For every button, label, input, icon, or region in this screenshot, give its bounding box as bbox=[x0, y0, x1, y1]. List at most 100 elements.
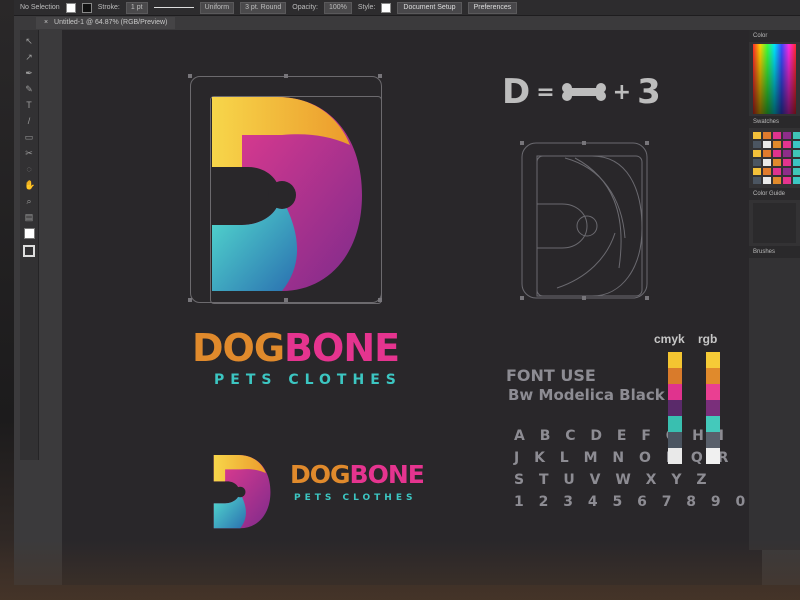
swatch-chip[interactable] bbox=[763, 132, 771, 139]
color-guide-area[interactable] bbox=[753, 203, 796, 243]
rgb-swatch[interactable] bbox=[706, 448, 720, 464]
swatch-chip[interactable] bbox=[763, 150, 771, 157]
swatch-chip[interactable] bbox=[763, 159, 771, 166]
swatch-chip[interactable] bbox=[773, 177, 781, 184]
swatch-chip[interactable] bbox=[783, 168, 791, 175]
cmyk-swatch[interactable] bbox=[668, 432, 682, 448]
ellipse-tool-icon[interactable]: ◌ bbox=[24, 164, 34, 174]
color-guide-panel-title[interactable]: Color Guide bbox=[749, 188, 800, 200]
swatch-chip[interactable] bbox=[773, 159, 781, 166]
tools-panel: ↖ ↗ ✒ ✎ T / ▭ ✂ ◌ ✋ ⌕ ▤ bbox=[20, 30, 39, 460]
equation-number-3: 3 bbox=[637, 72, 661, 112]
type-tool-icon[interactable]: T bbox=[24, 100, 34, 110]
rgb-swatch[interactable] bbox=[706, 368, 720, 384]
style-label: Style: bbox=[357, 4, 376, 11]
rgb-label: rgb bbox=[698, 332, 718, 346]
swatch-chip[interactable] bbox=[773, 150, 781, 157]
hand-tool-icon[interactable]: ✋ bbox=[24, 180, 35, 190]
swatches-grid bbox=[749, 128, 800, 188]
transform-handle[interactable] bbox=[188, 74, 192, 78]
swatch-chip[interactable] bbox=[753, 132, 761, 139]
stroke-weight-field[interactable]: 1 pt bbox=[125, 1, 148, 14]
transform-handle[interactable] bbox=[378, 298, 382, 302]
pencil-tool-icon[interactable]: ✎ bbox=[24, 84, 34, 94]
graph-tool-icon[interactable]: ▤ bbox=[24, 212, 34, 222]
rectangle-tool-icon[interactable]: ▭ bbox=[24, 132, 34, 142]
direct-selection-tool-icon[interactable]: ↗ bbox=[24, 52, 34, 62]
dogbone-logo-small[interactable] bbox=[210, 452, 278, 532]
brand-title-small-part2: BONE bbox=[349, 460, 425, 489]
swatch-chip[interactable] bbox=[753, 159, 761, 166]
stroke-profile-dropdown[interactable]: Uniform bbox=[199, 1, 235, 14]
pen-tool-icon[interactable]: ✒ bbox=[24, 68, 34, 78]
swatch-chip[interactable] bbox=[753, 177, 761, 184]
brushes-panel-title[interactable]: Brushes bbox=[749, 246, 800, 258]
alphabet-row: S T U V W X Y Z bbox=[514, 472, 712, 488]
close-tab-icon[interactable]: × bbox=[44, 19, 48, 26]
swatch-chip[interactable] bbox=[783, 141, 791, 148]
cmyk-swatch[interactable] bbox=[668, 368, 682, 384]
rgb-swatch[interactable] bbox=[706, 416, 720, 432]
rgb-swatch[interactable] bbox=[706, 384, 720, 400]
rgb-swatch[interactable] bbox=[706, 352, 720, 368]
swatch-chip[interactable] bbox=[793, 159, 800, 166]
rgb-swatch-column bbox=[706, 352, 720, 464]
cmyk-swatch[interactable] bbox=[668, 384, 682, 400]
opacity-label: Opacity: bbox=[292, 4, 318, 11]
artboard[interactable]: DOGBONE PETS CLOTHES DOGBONE PETS CLOTHE… bbox=[62, 30, 762, 585]
swatch-chip[interactable] bbox=[783, 177, 791, 184]
transform-handle[interactable] bbox=[284, 74, 288, 78]
swatch-chip[interactable] bbox=[763, 168, 771, 175]
logo-wireframe[interactable] bbox=[517, 138, 657, 308]
transform-handle[interactable] bbox=[188, 298, 192, 302]
logo-equation: D = + 3 bbox=[502, 72, 661, 112]
swatch-chip[interactable] bbox=[783, 159, 791, 166]
cmyk-swatch[interactable] bbox=[668, 400, 682, 416]
stroke-swatch[interactable] bbox=[81, 2, 92, 13]
rgb-swatch[interactable] bbox=[706, 432, 720, 448]
equation-letter-d: D bbox=[502, 72, 531, 112]
swatch-chip[interactable] bbox=[763, 141, 771, 148]
swatch-chip[interactable] bbox=[763, 177, 771, 184]
opacity-field[interactable]: 100% bbox=[323, 1, 352, 14]
scissors-tool-icon[interactable]: ✂ bbox=[24, 148, 34, 158]
swatch-chip[interactable] bbox=[773, 141, 781, 148]
control-bar: No Selection Stroke: 1 pt Uniform 3 pt. … bbox=[14, 0, 800, 16]
stroke-color-icon[interactable] bbox=[23, 245, 35, 257]
fill-swatch[interactable] bbox=[65, 2, 76, 13]
line-tool-icon[interactable]: / bbox=[24, 116, 34, 126]
brush-dropdown[interactable]: 3 pt. Round bbox=[240, 1, 287, 14]
fill-color-icon[interactable] bbox=[23, 228, 35, 239]
swatches-panel-title[interactable]: Swatches bbox=[749, 116, 800, 128]
document-tab[interactable]: × Untitled-1 @ 64.87% (RGB/Preview) bbox=[36, 17, 176, 29]
cmyk-swatch[interactable] bbox=[668, 352, 682, 368]
cmyk-swatch[interactable] bbox=[668, 448, 682, 464]
swatch-chip[interactable] bbox=[773, 132, 781, 139]
swatch-chip[interactable] bbox=[753, 150, 761, 157]
selection-tool-icon[interactable]: ↖ bbox=[24, 36, 34, 46]
swatch-chip[interactable] bbox=[793, 141, 800, 148]
right-panels: Color Swatches Color Guide Brushes bbox=[749, 30, 800, 550]
swatch-chip[interactable] bbox=[793, 150, 800, 157]
color-panel-title[interactable]: Color bbox=[749, 30, 800, 42]
cmyk-swatch[interactable] bbox=[668, 416, 682, 432]
swatch-chip[interactable] bbox=[793, 168, 800, 175]
style-swatch[interactable] bbox=[381, 2, 392, 13]
swatch-chip[interactable] bbox=[783, 150, 791, 157]
swatch-chip[interactable] bbox=[753, 168, 761, 175]
stroke-preview bbox=[153, 7, 194, 8]
swatch-chip[interactable] bbox=[773, 168, 781, 175]
color-spectrum[interactable] bbox=[753, 44, 796, 114]
zoom-tool-icon[interactable]: ⌕ bbox=[24, 196, 34, 206]
document-setup-button[interactable]: Document Setup bbox=[397, 1, 462, 14]
dogbone-logo-large[interactable] bbox=[202, 95, 382, 295]
swatch-chip[interactable] bbox=[783, 132, 791, 139]
swatch-chip[interactable] bbox=[753, 141, 761, 148]
transform-handle[interactable] bbox=[284, 298, 288, 302]
rgb-swatch[interactable] bbox=[706, 400, 720, 416]
swatch-chip[interactable] bbox=[793, 132, 800, 139]
preferences-button[interactable]: Preferences bbox=[467, 1, 518, 14]
swatch-chip[interactable] bbox=[793, 177, 800, 184]
transform-handle[interactable] bbox=[378, 74, 382, 78]
brand-title-part1: DOG bbox=[192, 326, 285, 370]
